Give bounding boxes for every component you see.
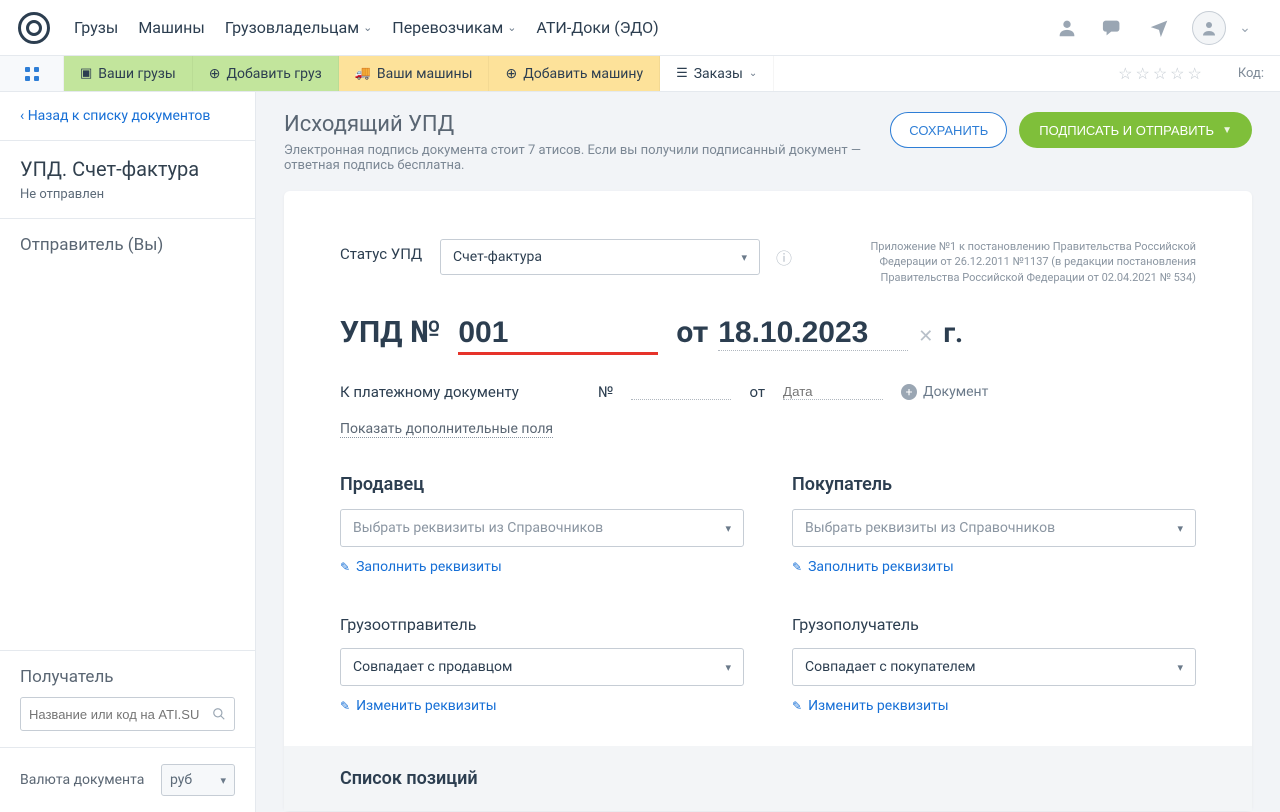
sec-add-truck[interactable]: ⊕Добавить машину: [489, 56, 660, 91]
secondary-bar: ▣Ваши грузы ⊕Добавить груз 🚚Ваши машины …: [0, 56, 1280, 92]
seller-title: Продавец: [340, 474, 744, 495]
paydoc-label: К платежному документу: [340, 383, 580, 401]
profile-icon[interactable]: [1050, 11, 1084, 45]
nav-carriers[interactable]: Перевозчикам⌄: [392, 18, 516, 37]
save-button[interactable]: СОХРАНИТЬ: [890, 112, 1007, 148]
plus-icon: ⊕: [505, 66, 517, 82]
content: Исходящий УПД Электронная подпись докуме…: [256, 92, 1280, 812]
sign-send-button[interactable]: ПОДПИСАТЬ И ОТПРАВИТЬ▼: [1019, 112, 1252, 148]
info-icon[interactable]: ⓘ: [776, 239, 792, 269]
page-title: Исходящий УПД: [284, 112, 890, 137]
orders-icon: ☰: [676, 66, 688, 81]
upd-number-input[interactable]: [458, 316, 658, 355]
logo-icon[interactable]: [18, 12, 50, 44]
box-icon: ▣: [80, 66, 92, 81]
truck-icon: 🚚: [355, 66, 371, 81]
recipient-heading: Получатель: [20, 667, 235, 687]
status-select[interactable]: Счет-фактура: [440, 239, 760, 275]
currency-select[interactable]: руб: [161, 764, 235, 796]
chevron-down-icon: ⌄: [363, 21, 372, 34]
regulation-note: Приложение №1 к постановлению Правительс…: [856, 239, 1196, 285]
form-card: Статус УПД Счет-фактура ⓘ Приложение №1 …: [284, 191, 1252, 811]
back-link[interactable]: ‹ Назад к списку документов: [20, 108, 210, 124]
add-paydoc-button[interactable]: + Документ: [901, 384, 988, 400]
pencil-icon: ✎: [340, 699, 350, 713]
star-icon: ☆: [1118, 64, 1132, 83]
positions-title: Список позиций: [284, 746, 1252, 811]
buyer-title: Покупатель: [792, 474, 1196, 495]
upd-date-label: от: [676, 315, 708, 350]
clear-date-icon[interactable]: ✕: [918, 326, 933, 347]
consignee-change-link[interactable]: ✎Изменить реквизиты: [792, 698, 1196, 714]
chevron-down-icon: ⌄: [507, 21, 516, 34]
sender-heading: Отправитель (Вы): [20, 235, 235, 255]
paydoc-no-label: №: [598, 383, 613, 401]
upd-date-suffix: г.: [943, 316, 963, 349]
currency-label: Валюта документа: [20, 772, 144, 788]
pencil-icon: ✎: [792, 699, 802, 713]
search-icon: [212, 707, 226, 721]
top-nav: Грузы Машины Грузовладельцам⌄ Перевозчик…: [0, 0, 1280, 56]
status-label: Статус УПД: [340, 239, 440, 263]
star-icon: ☆: [1188, 64, 1202, 83]
upd-date-input[interactable]: [718, 316, 908, 351]
shipper-select[interactable]: Совпадает с продавцом: [340, 648, 744, 686]
upd-number-label: УПД №: [340, 315, 440, 350]
account-menu-chevron[interactable]: ⌄: [1228, 11, 1262, 45]
pencil-icon: ✎: [340, 560, 350, 574]
nav-owners[interactable]: Грузовладельцам⌄: [225, 18, 372, 37]
chevron-down-icon: [220, 772, 226, 788]
plus-circle-icon: +: [901, 384, 917, 400]
document-title: УПД. Счет-фактура: [20, 157, 235, 181]
star-icon: ☆: [1135, 64, 1149, 83]
paydoc-no-input[interactable]: [631, 384, 731, 400]
recipient-search-input[interactable]: [29, 707, 212, 722]
buyer-fill-link[interactable]: ✎Заполнить реквизиты: [792, 559, 1196, 575]
notifications-icon[interactable]: [1142, 11, 1176, 45]
chevron-down-icon: [741, 249, 747, 265]
chevron-down-icon: ▼: [1222, 125, 1232, 136]
sec-add-cargo[interactable]: ⊕Добавить груз: [193, 56, 339, 91]
code-label: Код:: [1222, 56, 1280, 91]
pencil-icon: ✎: [792, 560, 802, 574]
nav-cargo[interactable]: Грузы: [74, 18, 118, 37]
avatar[interactable]: [1192, 11, 1226, 45]
nav-docs[interactable]: АТИ-Доки (ЭДО): [536, 18, 658, 37]
chevron-down-icon: [1177, 659, 1183, 675]
chevron-down-icon: [1177, 520, 1183, 536]
sidebar: ‹ Назад к списку документов УПД. Счет-фа…: [0, 92, 256, 812]
chevron-down-icon: [725, 520, 731, 536]
chevron-down-icon: [725, 659, 731, 675]
rating-stars[interactable]: ☆☆☆☆☆: [1098, 56, 1222, 91]
document-status: Не отправлен: [20, 187, 235, 202]
buyer-select[interactable]: Выбрать реквизиты из Справочников: [792, 509, 1196, 547]
seller-fill-link[interactable]: ✎Заполнить реквизиты: [340, 559, 744, 575]
paydoc-date-input[interactable]: [783, 384, 883, 400]
show-extra-fields-link[interactable]: Показать дополнительные поля: [340, 421, 553, 474]
plus-icon: ⊕: [209, 66, 221, 82]
seller-select[interactable]: Выбрать реквизиты из Справочников: [340, 509, 744, 547]
star-icon: ☆: [1153, 64, 1167, 83]
chat-icon[interactable]: [1096, 11, 1130, 45]
apps-grid-icon[interactable]: [0, 56, 64, 91]
shipper-change-link[interactable]: ✎Изменить реквизиты: [340, 698, 744, 714]
consignee-select[interactable]: Совпадает с покупателем: [792, 648, 1196, 686]
recipient-search[interactable]: [20, 697, 235, 731]
consignee-title: Грузополучатель: [792, 615, 1196, 634]
shipper-title: Грузоотправитель: [340, 615, 744, 634]
star-icon: ☆: [1170, 64, 1184, 83]
paydoc-date-label: от: [749, 383, 765, 401]
sec-orders[interactable]: ☰Заказы⌄: [660, 56, 774, 91]
nav-trucks[interactable]: Машины: [138, 18, 205, 37]
chevron-down-icon: ⌄: [749, 68, 757, 79]
sec-your-cargo[interactable]: ▣Ваши грузы: [64, 56, 193, 91]
sec-your-trucks[interactable]: 🚚Ваши машины: [339, 56, 490, 91]
page-subtitle: Электронная подпись документа стоит 7 ат…: [284, 143, 890, 173]
